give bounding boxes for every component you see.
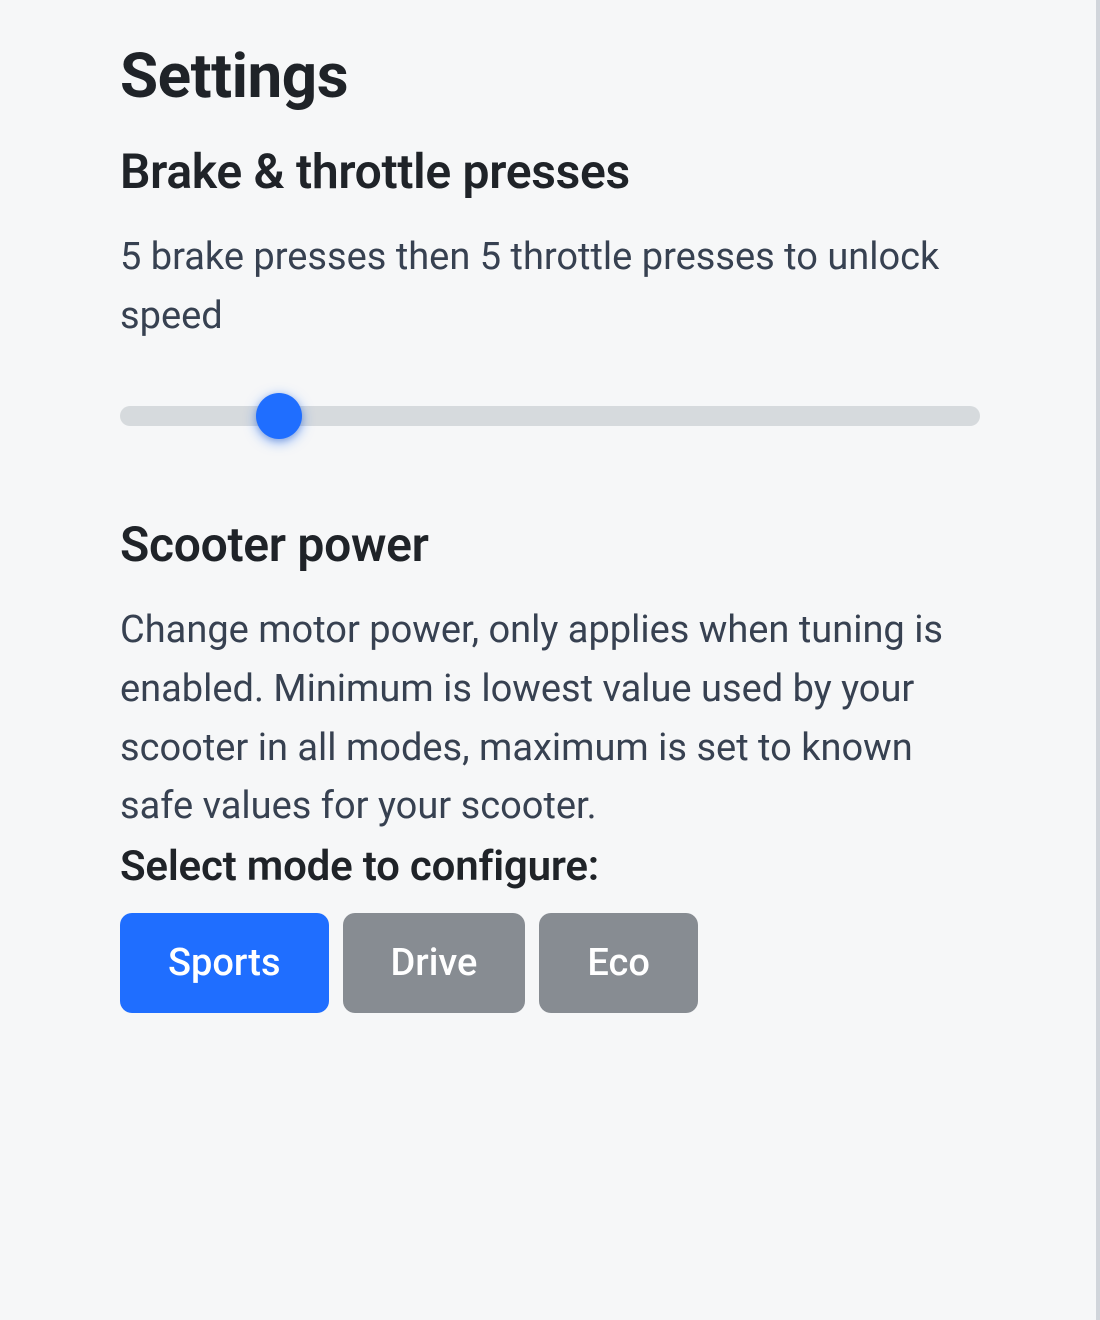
- brake-throttle-section: Brake & throttle presses 5 brake presses…: [120, 143, 980, 446]
- slider-thumb[interactable]: [256, 393, 302, 439]
- brake-throttle-slider[interactable]: [120, 386, 980, 446]
- mode-button-eco[interactable]: Eco: [539, 913, 698, 1013]
- brake-throttle-description: 5 brake presses then 5 throttle presses …: [120, 228, 980, 346]
- slider-track: [120, 406, 980, 426]
- scooter-power-description: Change motor power, only applies when tu…: [120, 601, 980, 837]
- select-mode-label: Select mode to configure:: [120, 842, 980, 891]
- scooter-power-section: Scooter power Change motor power, only a…: [120, 516, 980, 1014]
- page-title: Settings: [120, 40, 980, 113]
- scooter-power-title: Scooter power: [120, 516, 980, 573]
- mode-button-drive[interactable]: Drive: [343, 913, 526, 1013]
- scrollbar[interactable]: [1096, 0, 1100, 1320]
- mode-selector: Sports Drive Eco: [120, 913, 980, 1013]
- mode-button-sports[interactable]: Sports: [120, 913, 329, 1013]
- brake-throttle-title: Brake & throttle presses: [120, 143, 980, 200]
